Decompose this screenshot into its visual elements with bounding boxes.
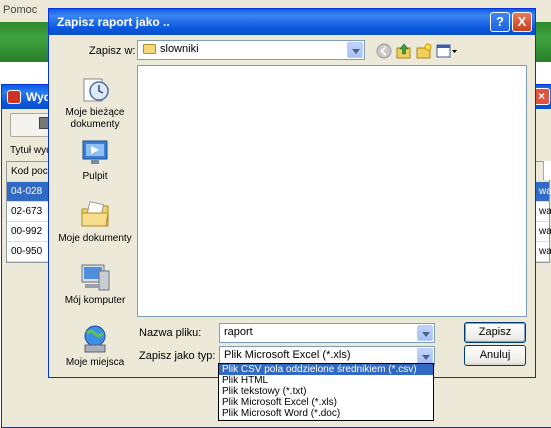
place-my-computer[interactable]: Mój komputer <box>55 261 135 307</box>
back-icon[interactable] <box>376 43 392 59</box>
close-button[interactable]: X <box>512 12 532 32</box>
save-button[interactable]: Zapisz <box>464 322 526 343</box>
menu-item-help[interactable]: Pomoc <box>3 4 37 16</box>
chevron-down-icon[interactable] <box>417 348 433 364</box>
app-icon <box>7 90 21 104</box>
filetype-option-doc[interactable]: Plik Microsoft Word (*.doc) <box>219 408 433 419</box>
save-in-label: Zapisz w: <box>89 45 136 57</box>
place-my-documents[interactable]: Moje dokumenty <box>55 199 135 245</box>
cancel-button[interactable]: Anuluj <box>464 345 526 366</box>
filetype-option-csv[interactable]: Plik CSV pola oddzielone średnikiem (*.c… <box>219 364 433 375</box>
filename-label: Nazwa pliku: <box>139 327 202 339</box>
chevron-down-icon[interactable] <box>347 42 363 58</box>
folder-icon <box>143 44 156 54</box>
save-in-select[interactable]: slowniki <box>137 40 365 60</box>
chevron-down-icon[interactable] <box>417 325 433 341</box>
new-folder-icon[interactable] <box>416 43 432 59</box>
filetype-option-txt[interactable]: Plik tekstowy (*.txt) <box>219 386 433 397</box>
save-report-dialog: Zapisz raport jako .. ? X Zapisz w: slow… <box>48 8 536 378</box>
recent-documents-icon <box>79 73 111 105</box>
place-recent-documents[interactable]: Moje bieżące dokumenty <box>55 73 135 131</box>
filetype-option-html[interactable]: Plik HTML <box>219 375 433 386</box>
filetype-dropdown-list: Plik CSV pola oddzielone średnikiem (*.c… <box>218 363 434 421</box>
my-computer-icon <box>79 261 111 293</box>
my-documents-icon <box>79 199 111 231</box>
network-places-icon <box>79 323 111 355</box>
file-list[interactable] <box>137 65 527 317</box>
places-bar: Moje bieżące dokumenty Pulpit Moje dokum… <box>55 65 135 370</box>
up-folder-icon[interactable] <box>396 43 412 59</box>
place-network[interactable]: Moje miejsca <box>55 323 135 369</box>
filetype-label: Zapisz jako typ: <box>139 350 216 362</box>
desktop-icon <box>79 137 111 169</box>
title-field-label: Tytuł wyd <box>10 145 52 156</box>
place-desktop[interactable]: Pulpit <box>55 137 135 183</box>
dialog-title: Zapisz raport jako .. <box>57 15 170 29</box>
table-scroll-corner <box>543 161 551 180</box>
view-menu-icon[interactable] <box>436 43 458 59</box>
dialog-titlebar: Zapisz raport jako .. ? X <box>49 9 535 35</box>
filetype-option-xls[interactable]: Plik Microsoft Excel (*.xls) <box>219 397 433 408</box>
help-button[interactable]: ? <box>490 12 510 32</box>
filename-field[interactable]: raport <box>219 323 435 343</box>
